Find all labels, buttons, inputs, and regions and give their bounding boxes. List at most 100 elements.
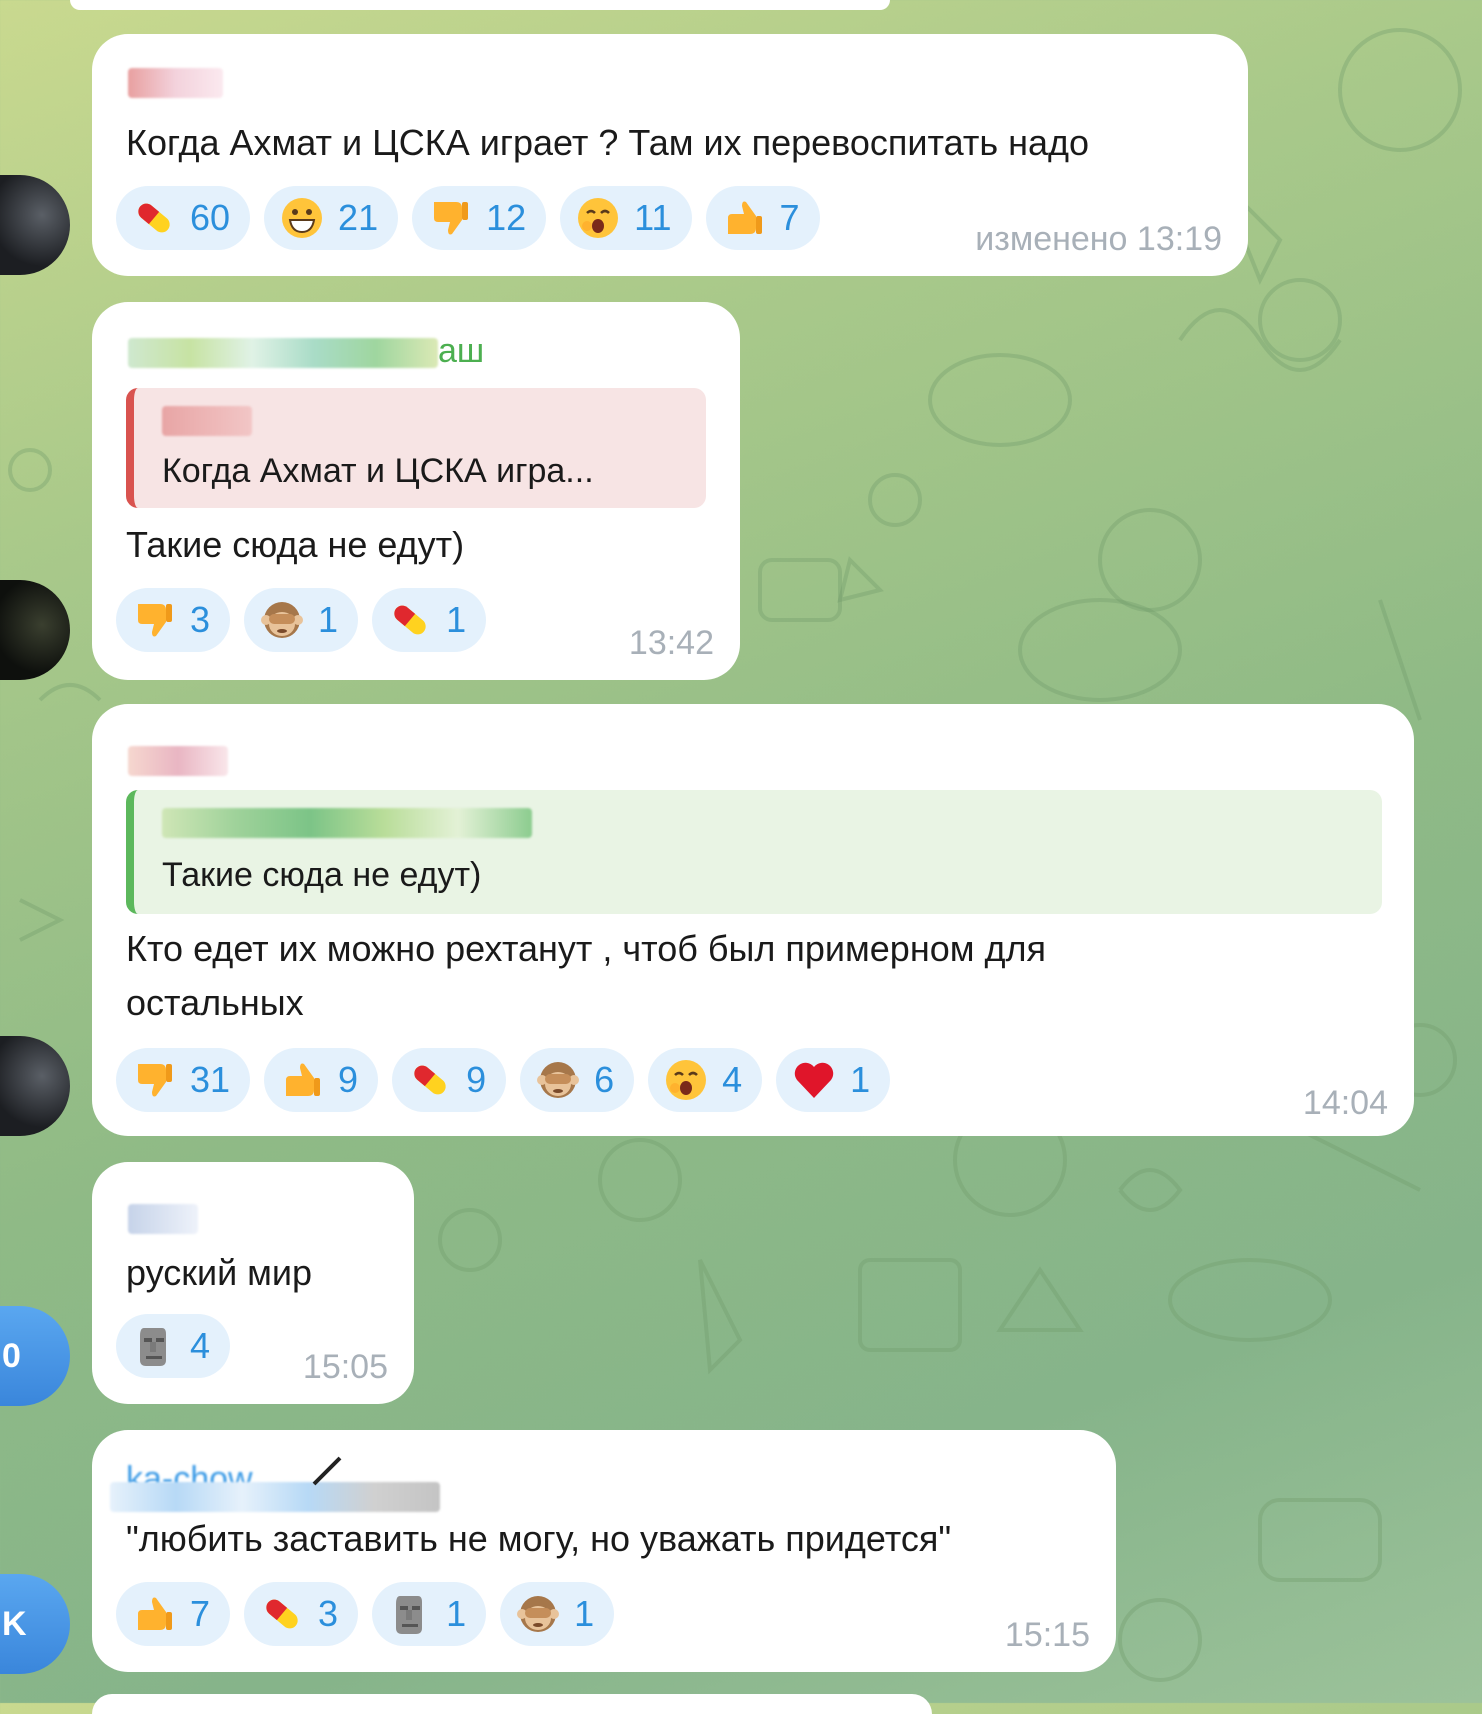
see-no-evil-monkey-icon — [537, 1062, 580, 1098]
reaction-count: 9 — [338, 1059, 359, 1100]
avatar-letter: K — [2, 1604, 27, 1643]
reaction-thumbs-up[interactable]: 7 — [116, 1582, 231, 1646]
message-time: изменено 13:19 — [975, 220, 1222, 258]
reaction-count: 60 — [190, 197, 231, 238]
message-text-line2: остальных — [126, 982, 304, 1023]
reaction-pill[interactable]: 1 — [372, 588, 487, 652]
reaction-count: 1 — [446, 599, 467, 640]
sender-name-redacted — [128, 1204, 198, 1234]
avatar[interactable]: 0 — [0, 1306, 70, 1406]
thumbs-up-icon — [138, 1597, 172, 1630]
message-text: Когда Ахмат и ЦСКА играет ? Там их перев… — [126, 122, 1090, 163]
reaction-count: 1 — [850, 1059, 871, 1100]
grin-icon — [282, 198, 323, 238]
previous-message-bubble-edge — [70, 0, 890, 10]
avatar[interactable] — [0, 580, 70, 680]
reaction-count: 1 — [318, 599, 339, 640]
reaction-count: 4 — [190, 1325, 211, 1366]
reaction-count: 12 — [486, 197, 527, 238]
avatar[interactable]: K — [0, 1574, 70, 1674]
reaction-pill[interactable]: 3 — [244, 1582, 359, 1646]
reaction-pill[interactable]: 60 — [116, 186, 251, 250]
reactions-bar: 3 1 1 — [116, 588, 487, 652]
message-time: 14:04 — [1302, 1084, 1388, 1122]
reaction-thumbs-down[interactable]: 12 — [412, 186, 547, 250]
reply-sender-redacted — [162, 406, 252, 436]
reaction-count: 6 — [594, 1059, 615, 1100]
reaction-grin[interactable]: 21 — [264, 186, 399, 250]
yawn-icon — [578, 198, 619, 238]
reaction-thumbs-up[interactable]: 9 — [264, 1048, 379, 1112]
sender-name-redacted — [128, 338, 438, 368]
pill-icon — [266, 1599, 298, 1629]
reaction-count: 1 — [574, 1593, 595, 1634]
reaction-thumbs-up[interactable]: 7 — [705, 186, 820, 250]
reaction-monkey[interactable]: 1 — [244, 588, 359, 652]
reaction-thumbs-down[interactable]: 31 — [116, 1048, 251, 1112]
message-bubble[interactable]: Такие сюда не едут) Кто едет их можно ре… — [92, 704, 1414, 1136]
message-time: 15:15 — [1004, 1616, 1090, 1654]
message-bubble[interactable]: руский мир 4 15:05 — [92, 1162, 414, 1404]
reply-sender-redacted — [162, 808, 532, 838]
avatar-letter: 0 — [2, 1336, 21, 1375]
reaction-monkey[interactable]: 1 — [500, 1582, 615, 1646]
pill-icon — [138, 203, 170, 233]
reaction-count: 11 — [634, 197, 672, 238]
reaction-moai[interactable]: 4 — [116, 1314, 231, 1378]
message-text-line1: Кто едет их можно рехтанут , чтоб был пр… — [126, 928, 1046, 969]
reaction-count: 7 — [190, 1593, 211, 1634]
thumbs-up-icon — [727, 201, 762, 234]
reaction-heart[interactable]: 1 — [776, 1048, 891, 1112]
message-text: руский мир — [126, 1252, 313, 1293]
sender-name-redacted — [128, 68, 223, 98]
reaction-count: 9 — [466, 1059, 487, 1100]
reply-quote[interactable]: Когда Ахмат и ЦСКА игра... — [126, 388, 706, 508]
reply-quote[interactable]: Такие сюда не едут) — [126, 790, 1382, 914]
reply-text: Когда Ахмат и ЦСКА игра... — [162, 452, 594, 490]
reaction-count: 21 — [338, 197, 379, 238]
reaction-moai[interactable]: 1 — [372, 1582, 487, 1646]
message-bubble[interactable]: Когда Ахмат и ЦСКА играет ? Там их перев… — [92, 34, 1248, 276]
pill-icon — [394, 605, 426, 635]
see-no-evil-monkey-icon — [517, 1596, 560, 1632]
reaction-yawn[interactable]: 4 — [648, 1048, 763, 1112]
thumbs-down-icon — [138, 1064, 172, 1097]
avatar[interactable] — [0, 1036, 70, 1136]
sender-name-redacted — [128, 746, 228, 776]
thumbs-up-icon — [286, 1063, 321, 1096]
pen-icon — [312, 1456, 342, 1486]
yawn-icon — [666, 1060, 707, 1100]
reactions-bar: 60 21 12 11 7 — [116, 186, 820, 250]
message-text: Такие сюда не едут) — [126, 524, 465, 565]
avatar[interactable] — [0, 175, 70, 275]
sender-name: аш — [438, 332, 485, 370]
reactions-bar: 7 3 1 1 — [116, 1582, 615, 1646]
reaction-count: 3 — [318, 1593, 339, 1634]
message-text: "любить заставить не могу, но уважать пр… — [126, 1518, 952, 1559]
moai-icon — [140, 1328, 166, 1366]
reply-text: Такие сюда не едут) — [162, 856, 482, 894]
thumbs-down-icon — [138, 604, 172, 637]
reaction-count: 3 — [190, 599, 211, 640]
message-time: 13:42 — [628, 624, 714, 662]
reaction-pill[interactable]: 9 — [392, 1048, 507, 1112]
message-time: 15:05 — [302, 1348, 388, 1386]
thumbs-down-icon — [434, 202, 469, 235]
reaction-count: 1 — [446, 1593, 467, 1634]
see-no-evil-monkey-icon — [261, 602, 304, 638]
reaction-count: 7 — [779, 197, 800, 238]
message-bubble[interactable]: ka-chow "любить заставить не могу, но ув… — [92, 1430, 1116, 1672]
reaction-count: 4 — [722, 1059, 743, 1100]
reactions-bar: 31 9 9 6 4 1 — [116, 1048, 891, 1112]
reaction-yawn[interactable]: 11 — [560, 186, 692, 250]
sender-name-redacted — [110, 1482, 440, 1512]
moai-icon — [396, 1596, 423, 1634]
heart-icon — [794, 1062, 834, 1098]
reaction-thumbs-down[interactable]: 3 — [116, 588, 231, 652]
next-message-bubble-edge — [92, 1694, 932, 1714]
pill-icon — [414, 1065, 446, 1095]
reactions-bar: 4 — [116, 1314, 231, 1378]
reaction-count: 31 — [190, 1059, 231, 1100]
message-bubble[interactable]: аш Когда Ахмат и ЦСКА игра... Такие сюда… — [92, 302, 740, 680]
reaction-monkey[interactable]: 6 — [520, 1048, 635, 1112]
